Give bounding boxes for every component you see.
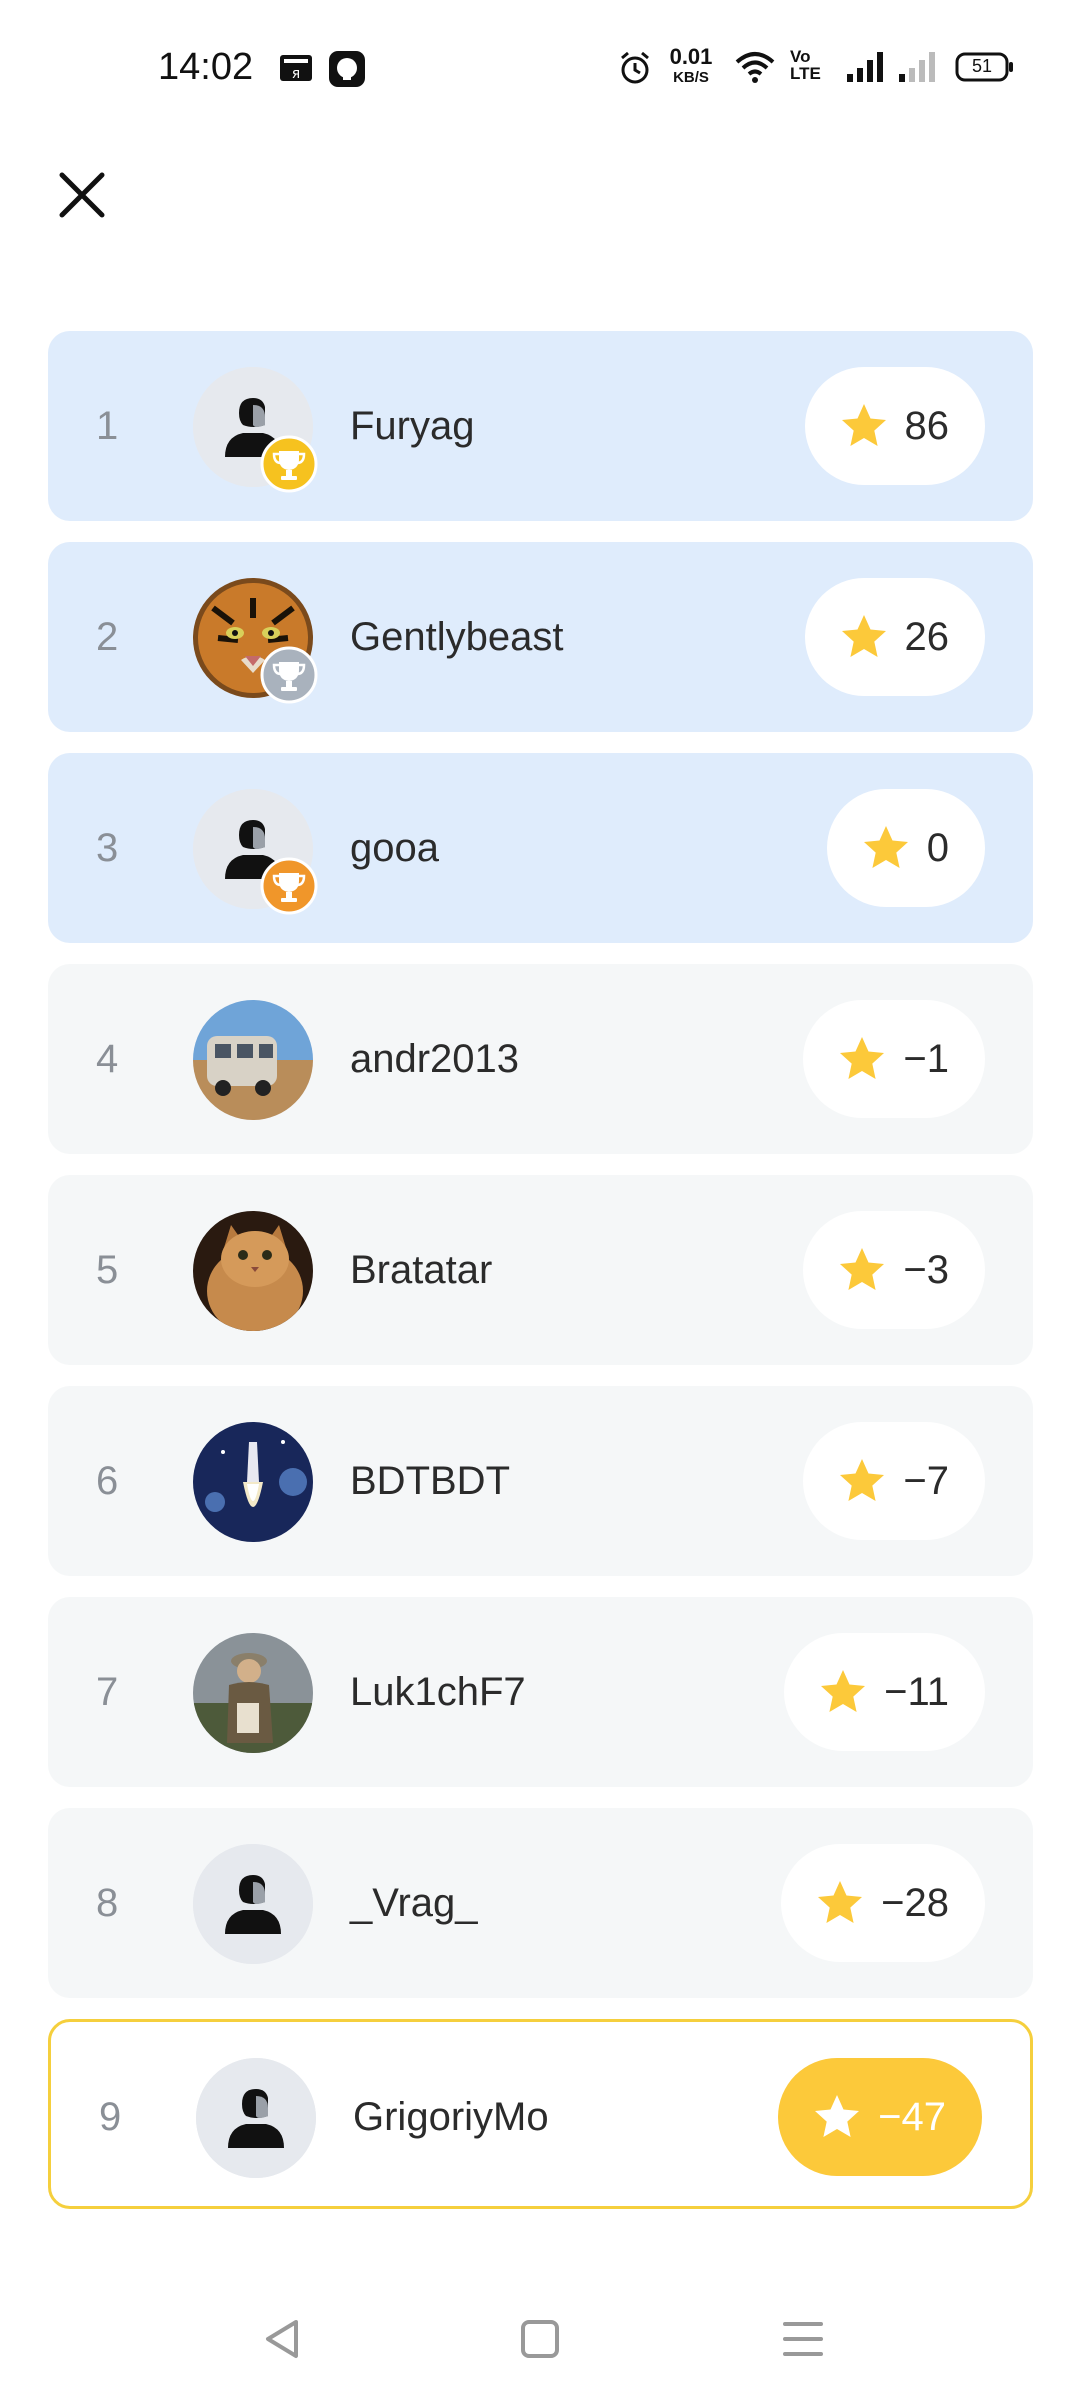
star-icon: [815, 1878, 865, 1928]
star-icon: [861, 823, 911, 873]
wifi-icon: [734, 50, 776, 89]
menu-lines-icon: [783, 2322, 823, 2356]
score-badge: 86: [804, 367, 985, 485]
score-value: −7: [903, 1458, 949, 1503]
recents-button[interactable]: [778, 2314, 828, 2364]
status-bar: 14:02 я 0.01 KB/S Vo LTE 51: [0, 0, 1080, 140]
svg-text:я: я: [292, 66, 300, 82]
volte-icon: Vo LTE: [790, 47, 821, 83]
player-name: gooa: [350, 826, 439, 870]
score-value: −28: [881, 1880, 949, 1925]
avatar: [193, 1422, 313, 1542]
player-name: Luk1chF7: [350, 1670, 526, 1714]
player-name: BDTBDT: [350, 1459, 510, 1503]
score-badge: 26: [804, 578, 985, 696]
score-badge: −47: [778, 2058, 982, 2176]
leaderboard-row[interactable]: 1 Furyag 86: [48, 331, 1033, 521]
leaderboard-row[interactable]: 6 BDTBDT −7: [48, 1386, 1033, 1576]
star-icon: [837, 1456, 887, 1506]
score-badge: −28: [781, 1844, 985, 1962]
rank-number: 1: [96, 404, 119, 448]
status-time: 14:02: [158, 46, 254, 88]
system-nav-bar: [0, 2290, 1080, 2390]
close-button[interactable]: [52, 165, 112, 225]
score-badge: −3: [803, 1211, 985, 1329]
avatar: [193, 1000, 313, 1120]
current-user-row[interactable]: 9 GrigoriyMo −47: [48, 2019, 1033, 2209]
player-name: Bratatar: [350, 1248, 493, 1292]
rank-number: 7: [96, 1670, 119, 1714]
alarm-icon: [618, 50, 652, 91]
player-name: _Vrag_: [350, 1881, 478, 1925]
rank-number: 8: [96, 1881, 119, 1925]
score-badge: 0: [826, 789, 985, 907]
player-name: GrigoriyMo: [353, 2095, 549, 2139]
leaderboard-row[interactable]: 3 gooa 0: [48, 753, 1033, 943]
score-value: 0: [926, 825, 949, 870]
leaderboard-row[interactable]: 5 Bratatar −3: [48, 1175, 1033, 1365]
bronze-trophy-icon: [260, 857, 318, 915]
leaderboard-row[interactable]: 8 _Vrag_ −28: [48, 1808, 1033, 1998]
rank-number: 2: [96, 615, 119, 659]
silver-trophy-icon: [260, 646, 318, 704]
star-icon: [837, 1034, 887, 1084]
leaderboard-row[interactable]: 7 Luk1chF7 −11: [48, 1597, 1033, 1787]
avatar: [193, 1844, 313, 1964]
score-badge: −11: [784, 1633, 985, 1751]
home-square-icon: [521, 2320, 559, 2358]
score-badge: −1: [803, 1000, 985, 1118]
back-triangle-icon: [266, 2320, 298, 2358]
score-value: −3: [903, 1247, 949, 1292]
rank-number: 6: [96, 1459, 119, 1503]
star-icon: [837, 1245, 887, 1295]
player-name: Furyag: [350, 404, 475, 448]
close-icon: [59, 172, 105, 218]
player-name: Gentlybeast: [350, 615, 564, 659]
rank-number: 3: [96, 826, 119, 870]
score-value: 26: [904, 614, 950, 659]
battery-icon: 51: [955, 52, 1015, 87]
signal-icon-sim1: [846, 50, 886, 89]
score-value: −1: [903, 1036, 949, 1081]
gold-trophy-icon: [260, 435, 318, 493]
score-badge: −7: [803, 1422, 985, 1540]
rank-number: 5: [96, 1248, 119, 1292]
network-speed: 0.01 KB/S: [669, 44, 713, 86]
home-button[interactable]: [515, 2314, 565, 2364]
messenger-app-icon: [328, 50, 366, 93]
leaderboard-row[interactable]: 4 andr2013 −1: [48, 964, 1033, 1154]
rank-number: 4: [96, 1037, 119, 1081]
rank-number: 9: [99, 2095, 122, 2139]
signal-icon-sim2: [898, 50, 938, 89]
yandex-app-icon: я: [278, 50, 314, 91]
star-icon: [839, 401, 889, 451]
score-value: −47: [878, 2094, 946, 2139]
back-button[interactable]: [258, 2314, 308, 2364]
avatar: [193, 1211, 313, 1331]
star-icon: [818, 1667, 868, 1717]
avatar: [193, 1633, 313, 1753]
score-value: 86: [904, 403, 950, 448]
star-icon: [839, 612, 889, 662]
score-value: −11: [884, 1669, 949, 1714]
leaderboard-row[interactable]: 2 Gentlybeast 26: [48, 542, 1033, 732]
star-icon: [812, 2092, 862, 2142]
avatar: [196, 2058, 316, 2178]
player-name: andr2013: [350, 1037, 520, 1081]
